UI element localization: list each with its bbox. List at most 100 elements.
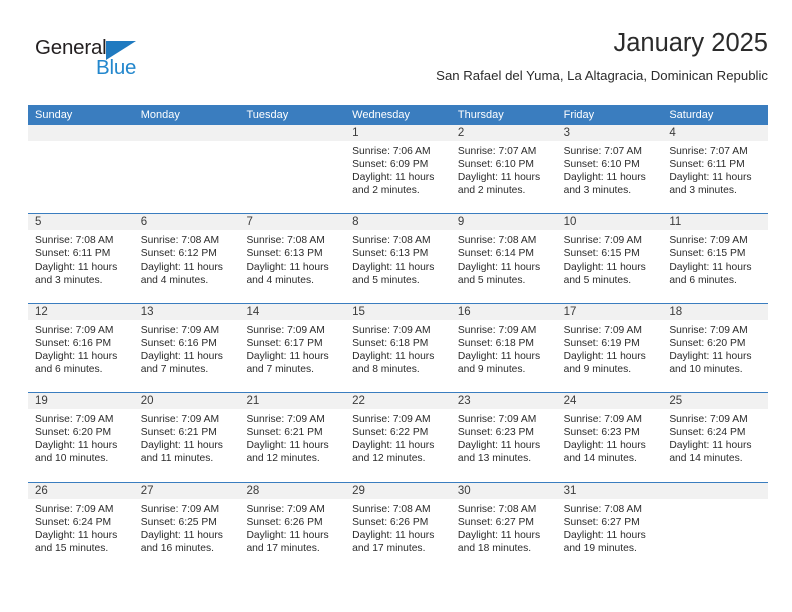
- sunrise-text: Sunrise: 7:09 AM: [35, 324, 114, 336]
- calendar-day-cell[interactable]: 3 Sunrise: 7:07 AM Sunset: 6:10 PM Daylight…: [556, 125, 663, 214]
- calendar-day-cell[interactable]: 9 Sunrise: 7:08 AM Sunset: 6:14 PM Daylight…: [450, 214, 557, 303]
- daylight-text-cont: and 13 minutes.: [457, 453, 532, 465]
- daylight-text-cont: and 12 minutes.: [246, 453, 320, 465]
- calendar-day-cell[interactable]: 2 Sunrise: 7:07 AM Sunset: 6:10 PM Daylight…: [450, 125, 557, 214]
- daylight-text: Daylight: 11 hours: [457, 440, 541, 452]
- daylight-text: Daylight: 11 hours: [246, 529, 329, 541]
- weekday-header-wednesday: Wednesday: [352, 109, 411, 121]
- daylight-text: Daylight: 11 hours: [140, 350, 223, 362]
- title-block: January 2025 San Rafael del Yuma, La Alt…: [436, 28, 768, 84]
- daylight-text: Daylight: 11 hours: [669, 172, 752, 184]
- day-details: [662, 500, 768, 503]
- sunset-text: Sunset: 6:11 PM: [669, 159, 745, 171]
- page-subtitle: San Rafael del Yuma, La Altagracia, Domi…: [436, 68, 768, 83]
- day-details: Sunrise: 7:09 AM Sunset: 6:26 PM Daylight:…: [239, 500, 345, 555]
- calendar-weeks: 1 Sunrise: 7:06 AM Sunset: 6:09 PM Daylight…: [28, 125, 769, 571]
- calendar-day-cell[interactable]: 18 Sunrise: 7:09 AM Sunset: 6:20 PM Dayligh…: [662, 303, 769, 393]
- daylight-text-cont: and 17 minutes.: [246, 542, 320, 554]
- daylight-text-cont: and 12 minutes.: [352, 453, 426, 465]
- day-details: Sunrise: 7:09 AM Sunset: 6:20 PM Daylight:…: [28, 410, 134, 465]
- day-number: 14: [246, 305, 260, 318]
- day-number-band: [662, 482, 769, 500]
- calendar-day-cell[interactable]: 19 Sunrise: 7:09 AM Sunset: 6:20 PM Dayligh…: [28, 393, 134, 482]
- sunrise-text: Sunrise: 7:09 AM: [457, 324, 537, 336]
- sunrise-text: Sunrise: 7:09 AM: [563, 324, 643, 336]
- daylight-text: Daylight: 11 hours: [140, 529, 223, 541]
- sunrise-text: Sunrise: 7:09 AM: [669, 324, 748, 336]
- sunset-text: Sunset: 6:15 PM: [669, 248, 746, 260]
- day-details: [28, 142, 134, 145]
- calendar-day-cell[interactable]: 28 Sunrise: 7:09 AM Sunset: 6:26 PM Dayligh…: [239, 482, 346, 571]
- daylight-text: Daylight: 11 hours: [563, 350, 646, 362]
- calendar-day-cell[interactable]: 16 Sunrise: 7:09 AM Sunset: 6:18 PM Dayligh…: [450, 303, 557, 393]
- calendar-day-cell[interactable]: 30 Sunrise: 7:08 AM Sunset: 6:27 PM Dayligh…: [450, 482, 557, 571]
- calendar-day-cell[interactable]: 22 Sunrise: 7:09 AM Sunset: 6:22 PM Dayligh…: [345, 393, 451, 482]
- day-number: 25: [669, 395, 683, 408]
- calendar-day-cell[interactable]: 24 Sunrise: 7:09 AM Sunset: 6:23 PM Dayligh…: [556, 393, 663, 482]
- day-details: Sunrise: 7:09 AM Sunset: 6:16 PM Daylight:…: [28, 321, 134, 376]
- day-details: Sunrise: 7:09 AM Sunset: 6:15 PM Daylight:…: [662, 231, 768, 286]
- day-number: 13: [140, 305, 154, 318]
- day-number: 20: [140, 395, 154, 408]
- daylight-text: Daylight: 11 hours: [246, 261, 329, 273]
- sunrise-text: Sunrise: 7:08 AM: [246, 235, 325, 247]
- calendar-day-cell[interactable]: 4 Sunrise: 7:07 AM Sunset: 6:11 PM Daylight…: [662, 125, 769, 214]
- calendar-day-cell[interactable]: 12 Sunrise: 7:09 AM Sunset: 6:16 PM Dayligh…: [28, 303, 134, 393]
- calendar-day-cell[interactable]: 17 Sunrise: 7:09 AM Sunset: 6:19 PM Dayligh…: [556, 303, 663, 393]
- calendar-day-cell[interactable]: 15 Sunrise: 7:09 AM Sunset: 6:18 PM Dayligh…: [345, 303, 451, 393]
- daylight-text: Daylight: 11 hours: [563, 261, 646, 273]
- calendar-day-cell[interactable]: 23 Sunrise: 7:09 AM Sunset: 6:23 PM Dayligh…: [450, 393, 557, 482]
- calendar-day-cell[interactable]: 27 Sunrise: 7:09 AM Sunset: 6:25 PM Dayligh…: [133, 482, 240, 571]
- calendar-day-cell[interactable]: 11 Sunrise: 7:09 AM Sunset: 6:15 PM Dayligh…: [662, 214, 769, 303]
- weekday-header-friday: Friday: [563, 109, 595, 121]
- sunset-text: Sunset: 6:19 PM: [563, 337, 640, 349]
- sunset-text: Sunset: 6:21 PM: [140, 427, 217, 439]
- daylight-text-cont: and 2 minutes.: [352, 185, 420, 197]
- calendar-day-cell[interactable]: 5 Sunrise: 7:08 AM Sunset: 6:11 PM Daylight…: [28, 214, 134, 303]
- calendar-day-cell[interactable]: 10 Sunrise: 7:09 AM Sunset: 6:15 PM Dayligh…: [556, 214, 663, 303]
- calendar-day-cell[interactable]: 31 Sunrise: 7:08 AM Sunset: 6:27 PM Dayligh…: [556, 482, 663, 571]
- calendar-cell-empty: [239, 125, 346, 214]
- generalblue-logo[interactable]: General Blue: [35, 36, 165, 84]
- day-details: Sunrise: 7:09 AM Sunset: 6:25 PM Daylight:…: [134, 500, 240, 555]
- weekday-header-row: Sunday Monday Tuesday Wednesday Thursday Frid…: [28, 105, 768, 125]
- calendar-day-cell[interactable]: 29 Sunrise: 7:08 AM Sunset: 6:26 PM Dayligh…: [345, 482, 451, 571]
- day-details: Sunrise: 7:07 AM Sunset: 6:11 PM Daylight:…: [662, 142, 768, 197]
- sunset-text: Sunset: 6:15 PM: [563, 248, 640, 260]
- page-title: January 2025: [613, 29, 768, 57]
- sunrise-text: Sunrise: 7:08 AM: [457, 503, 537, 515]
- day-details: Sunrise: 7:09 AM Sunset: 6:15 PM Daylight:…: [557, 231, 663, 286]
- calendar-day-cell[interactable]: 13 Sunrise: 7:09 AM Sunset: 6:16 PM Dayligh…: [133, 303, 240, 393]
- day-number: 5: [35, 216, 42, 229]
- day-details: [239, 142, 345, 145]
- calendar-day-cell[interactable]: 21 Sunrise: 7:09 AM Sunset: 6:21 PM Dayligh…: [239, 393, 346, 482]
- daylight-text: Daylight: 11 hours: [140, 440, 223, 452]
- calendar-day-cell[interactable]: 20 Sunrise: 7:09 AM Sunset: 6:21 PM Dayligh…: [133, 393, 240, 482]
- day-number: 2: [457, 127, 465, 139]
- calendar-day-cell[interactable]: 7 Sunrise: 7:08 AM Sunset: 6:13 PM Daylight…: [239, 214, 346, 303]
- day-number-band: 22: [345, 393, 451, 411]
- sunset-text: Sunset: 6:20 PM: [35, 427, 112, 439]
- sunset-text: Sunset: 6:16 PM: [35, 337, 112, 349]
- day-number-band: 23: [450, 393, 557, 411]
- calendar-day-cell[interactable]: 25 Sunrise: 7:09 AM Sunset: 6:24 PM Dayligh…: [662, 393, 769, 482]
- daylight-text-cont: and 6 minutes.: [669, 274, 737, 286]
- daylight-text-cont: and 3 minutes.: [35, 274, 103, 286]
- daylight-text: Daylight: 11 hours: [246, 350, 329, 362]
- sunrise-text: Sunrise: 7:09 AM: [352, 414, 431, 426]
- calendar-day-cell[interactable]: 1 Sunrise: 7:06 AM Sunset: 6:09 PM Daylight…: [345, 125, 451, 214]
- daylight-text: Daylight: 11 hours: [457, 172, 541, 184]
- sunset-text: Sunset: 6:10 PM: [563, 159, 640, 171]
- calendar-day-cell[interactable]: 6 Sunrise: 7:08 AM Sunset: 6:12 PM Daylight…: [133, 214, 240, 303]
- day-number-band: 18: [662, 303, 769, 321]
- calendar-day-cell[interactable]: 26 Sunrise: 7:09 AM Sunset: 6:24 PM Dayligh…: [28, 482, 134, 571]
- day-number-band: 3: [556, 125, 663, 142]
- calendar-day-cell[interactable]: 8 Sunrise: 7:08 AM Sunset: 6:13 PM Daylight…: [345, 214, 451, 303]
- day-number-band: 4: [662, 125, 769, 142]
- calendar-week-row: 12 Sunrise: 7:09 AM Sunset: 6:16 PM Dayligh…: [28, 302, 769, 393]
- day-number-band: 17: [556, 303, 663, 321]
- daylight-text-cont: and 10 minutes.: [669, 364, 743, 376]
- sunrise-text: Sunrise: 7:08 AM: [140, 235, 220, 247]
- calendar-day-cell[interactable]: 14 Sunrise: 7:09 AM Sunset: 6:17 PM Dayligh…: [239, 303, 346, 393]
- page-header: General Blue January 2025 San Rafael del…: [28, 28, 768, 100]
